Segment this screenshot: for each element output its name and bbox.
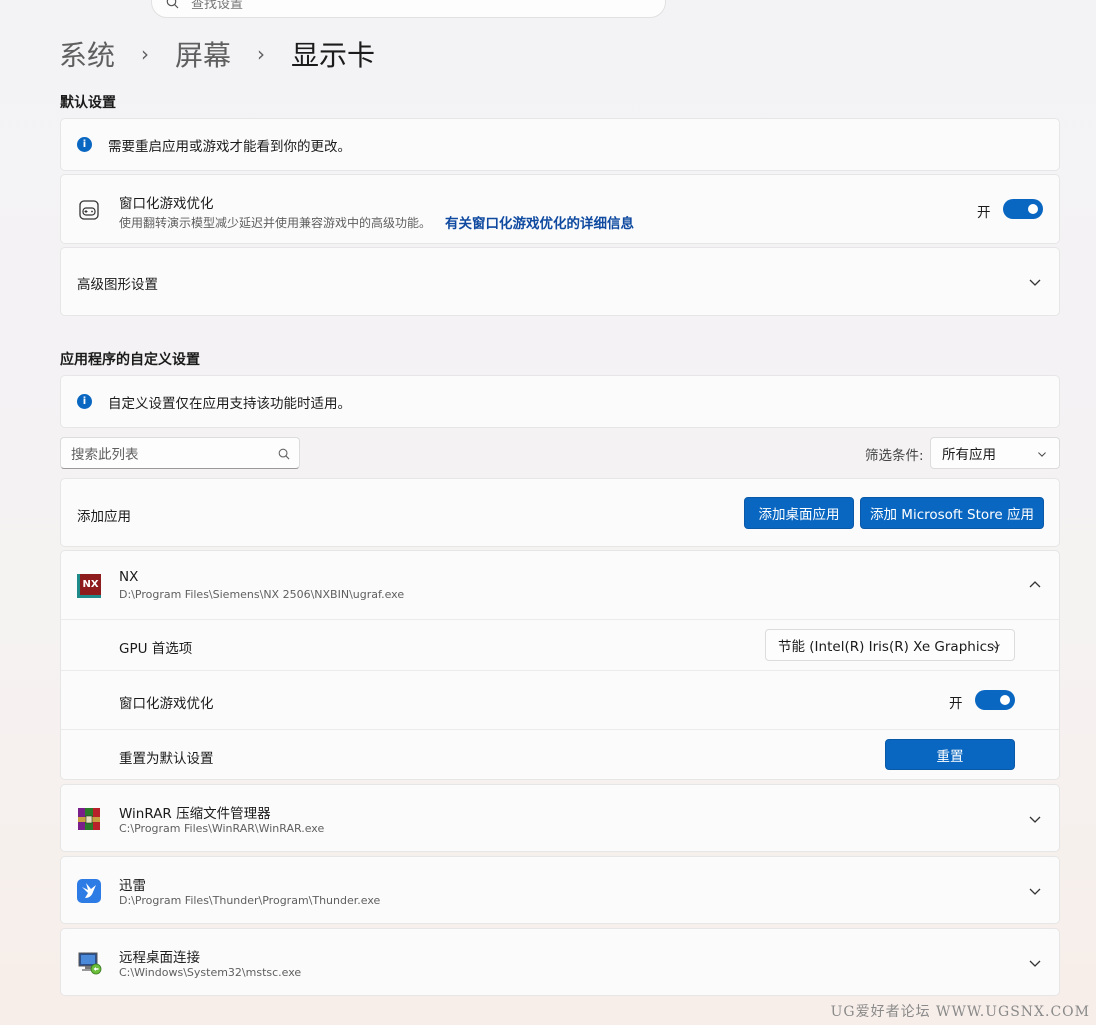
windowed-opt-toggle[interactable] [1003, 199, 1043, 219]
search-icon [166, 0, 179, 8]
info-icon: i [77, 394, 92, 409]
app-card-nx: NX NX D:\Program Files\Siemens\NX 2506\N… [60, 550, 1060, 780]
chevron-down-icon [1029, 888, 1041, 895]
remote-desktop-icon [78, 952, 102, 975]
nx-icon: NX [77, 574, 101, 598]
app-path: D:\Program Files\Siemens\NX 2506\NXBIN\u… [119, 588, 405, 601]
gpu-preference-label: GPU 首选项 [119, 641, 193, 657]
app-name: 迅雷 [119, 878, 146, 894]
search-icon [278, 448, 290, 460]
gpu-preference-value: 节能 (Intel(R) Iris(R) Xe Graphics) [778, 639, 1000, 655]
app-card-remote-desktop[interactable]: 远程桌面连接 C:\Windows\System32\mstsc.exe [60, 928, 1060, 996]
watermark-text: UG爱好者论坛 WWW.UGSNX.COM [830, 1004, 1090, 1020]
chevron-down-icon [1029, 960, 1041, 967]
default-settings-heading: 默认设置 [60, 95, 116, 111]
restart-info-banner: i 需要重启应用或游戏才能看到你的更改。 [60, 118, 1060, 171]
list-search-input[interactable]: 搜索此列表 [60, 437, 300, 469]
app-name: 远程桌面连接 [119, 950, 200, 966]
breadcrumb: 系统 › 屏幕 › 显示卡 [59, 34, 375, 74]
chevron-down-icon [1038, 452, 1046, 457]
app-custom-settings-heading: 应用程序的自定义设置 [60, 352, 200, 368]
windowed-opt-details-link[interactable]: 有关窗口化游戏优化的详细信息 [445, 212, 634, 232]
app-card-thunder[interactable]: 迅雷 D:\Program Files\Thunder\Program\Thun… [60, 856, 1060, 924]
breadcrumb-display[interactable]: 屏幕 [175, 34, 231, 74]
chevron-up-icon[interactable] [1028, 578, 1042, 592]
chevron-down-icon [1029, 279, 1041, 286]
settings-search-placeholder: 查找设置 [191, 0, 244, 12]
app-name: WinRAR 压缩文件管理器 [119, 806, 271, 822]
filter-value: 所有应用 [942, 447, 996, 463]
app-path: C:\Program Files\WinRAR\WinRAR.exe [119, 822, 325, 835]
app-path: D:\Program Files\Thunder\Program\Thunder… [119, 894, 381, 907]
add-app-card: 添加应用 添加桌面应用 添加 Microsoft Store 应用 [60, 478, 1060, 547]
gamepad-icon [79, 200, 99, 220]
restart-info-text: 需要重启应用或游戏才能看到你的更改。 [108, 138, 351, 155]
advanced-graphics-label: 高级图形设置 [77, 277, 158, 293]
breadcrumb-separator: › [257, 42, 266, 66]
page-title: 显示卡 [291, 39, 376, 72]
app-windowed-opt-toggle[interactable] [975, 690, 1015, 710]
app-name: NX [119, 569, 139, 585]
app-card-winrar[interactable]: WinRAR 压缩文件管理器 C:\Program Files\WinRAR\W… [60, 784, 1060, 852]
winrar-icon [78, 808, 100, 830]
custom-info-banner: i 自定义设置仅在应用支持该功能时适用。 [60, 375, 1060, 428]
reset-button[interactable]: 重置 [885, 739, 1015, 770]
windowed-opt-description: 使用翻转演示模型减少延迟并使用兼容游戏中的高级功能。 [119, 215, 432, 230]
filter-dropdown[interactable]: 所有应用 [930, 437, 1060, 469]
thunder-icon [77, 879, 101, 903]
windowed-opt-state-label: 开 [977, 205, 991, 221]
add-app-label: 添加应用 [77, 509, 131, 525]
settings-search-box[interactable]: 查找设置 [151, 0, 666, 18]
app-windowed-opt-state: 开 [949, 696, 963, 712]
windowed-opt-title: 窗口化游戏优化 [119, 196, 214, 212]
add-desktop-app-button[interactable]: 添加桌面应用 [744, 497, 854, 529]
windowed-game-optimization-card: 窗口化游戏优化 使用翻转演示模型减少延迟并使用兼容游戏中的高级功能。 有关窗口化… [60, 174, 1060, 244]
advanced-graphics-card[interactable]: 高级图形设置 [60, 247, 1060, 316]
chevron-down-icon [1029, 816, 1041, 823]
gpu-preference-dropdown[interactable]: 节能 (Intel(R) Iris(R) Xe Graphics) [765, 629, 1015, 661]
app-path: C:\Windows\System32\mstsc.exe [119, 966, 302, 979]
chevron-down-icon [992, 644, 1000, 649]
custom-info-text: 自定义设置仅在应用支持该功能时适用。 [108, 395, 351, 412]
add-store-app-button[interactable]: 添加 Microsoft Store 应用 [860, 497, 1044, 529]
reset-default-label: 重置为默认设置 [119, 751, 214, 767]
breadcrumb-separator: › [141, 42, 150, 66]
app-windowed-opt-label: 窗口化游戏优化 [119, 696, 214, 712]
filter-label: 筛选条件: [865, 448, 924, 464]
list-search-placeholder: 搜索此列表 [71, 447, 139, 463]
breadcrumb-system[interactable]: 系统 [59, 34, 115, 74]
info-icon: i [77, 137, 92, 152]
